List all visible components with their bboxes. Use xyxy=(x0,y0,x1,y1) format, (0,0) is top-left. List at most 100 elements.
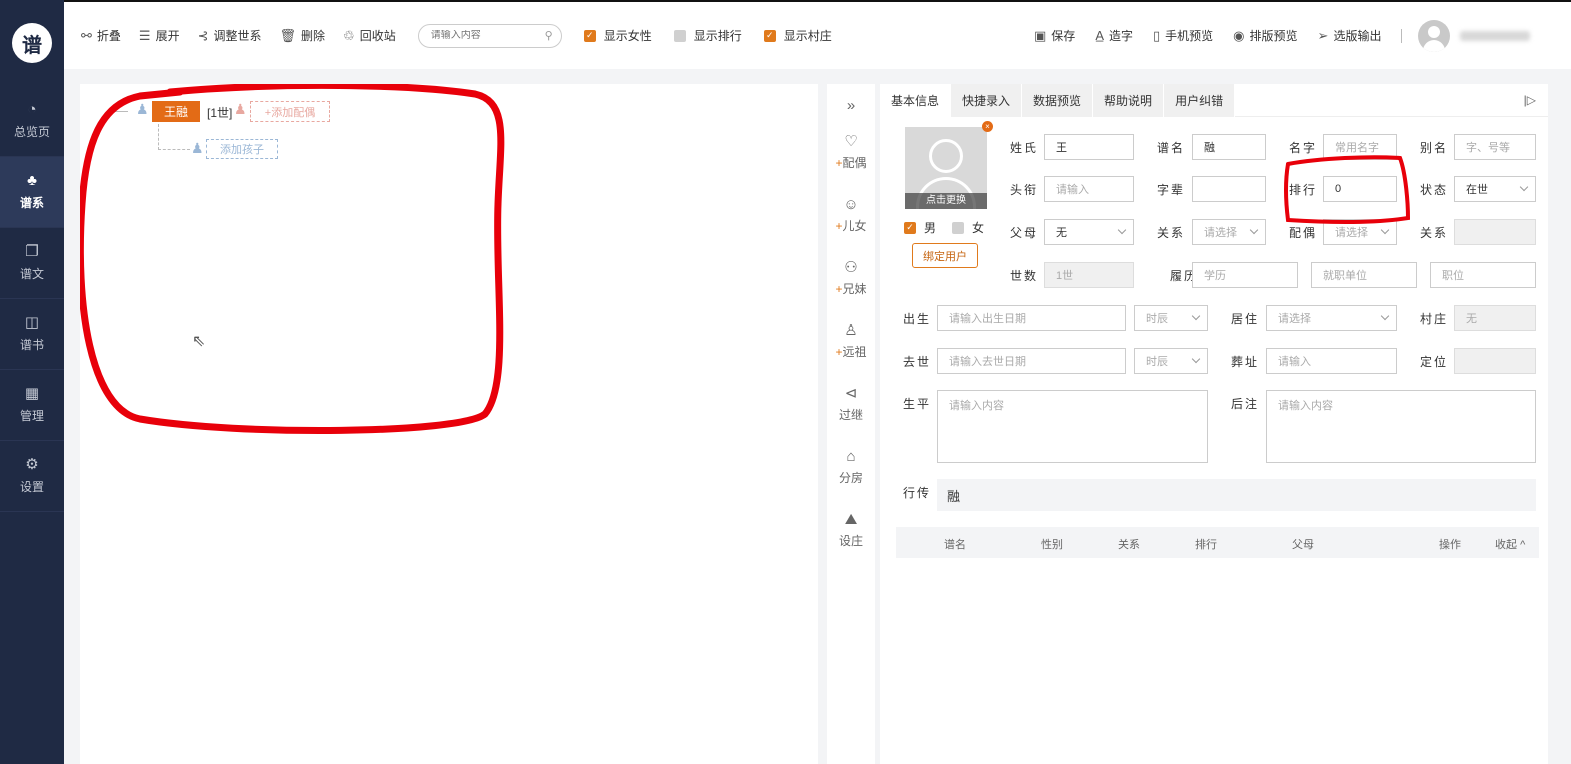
tab-help[interactable]: 帮助说明 xyxy=(1093,84,1165,117)
male-radio[interactable]: ✓ 男 xyxy=(904,219,936,236)
death-hour-select[interactable]: 时辰 xyxy=(1134,348,1208,374)
alias-label: 别名 xyxy=(1420,141,1449,155)
column-header: 操作 xyxy=(1439,539,1461,551)
create-char-button[interactable]: A̲ 造字 xyxy=(1095,27,1133,44)
sidebar-item-settings[interactable]: ⚙ 设置 xyxy=(0,441,64,512)
avatar-photo[interactable]: 点击更换 xyxy=(905,127,987,209)
expand-panel-button[interactable]: » xyxy=(827,98,875,118)
change-photo-label[interactable]: 点击更换 xyxy=(905,193,987,209)
add-ancestor-tool[interactable]: ♙ +远祖 xyxy=(827,323,875,360)
ancestor-icon: ♙ xyxy=(844,322,858,339)
add-child-tool[interactable]: ☺ +儿女 xyxy=(827,197,875,234)
biography-field[interactable]: 融 xyxy=(937,479,1536,511)
avatar-body-icon xyxy=(1423,39,1446,52)
add-spouse-tool[interactable]: ♡ +配偶 xyxy=(827,134,875,171)
chevron-up-icon: ^ xyxy=(1520,539,1526,551)
recycle-label: 回收站 xyxy=(359,29,396,43)
checkbox-unchecked-icon xyxy=(673,29,686,42)
sidebar-item-overview[interactable]: ◔ 总览页 xyxy=(0,86,64,157)
recycle-bin-button[interactable]: ♲ 回收站 xyxy=(343,27,396,44)
collapse-table-button[interactable]: 收起 ^ xyxy=(1495,536,1525,552)
toolbar-divider xyxy=(1401,28,1403,43)
collapse-panel-icon[interactable]: |▷ xyxy=(1524,93,1536,107)
collapse-button[interactable]: ⚯ 折叠 xyxy=(81,27,121,44)
death-date-field[interactable]: 请输入去世日期 xyxy=(937,348,1126,374)
layout-preview-label: 排版预览 xyxy=(1249,29,1298,43)
sidebar-item-articles[interactable]: ❐ 谱文 xyxy=(0,228,64,299)
alias-field[interactable]: 字、号等 xyxy=(1454,134,1536,160)
relation2-field xyxy=(1454,219,1536,245)
genealogy-canvas[interactable]: ♟ 王融 [1世] ♟ +添加配偶 ♟ 添加孩子 ⇖ xyxy=(80,84,818,764)
tab-quick-entry[interactable]: 快捷录入 xyxy=(951,84,1023,117)
child-icon: ☺ xyxy=(843,196,859,213)
locate-field[interactable] xyxy=(1454,348,1536,374)
house-icon: ⌂ xyxy=(846,448,856,465)
tab-data-preview[interactable]: 数据预览 xyxy=(1022,84,1094,117)
sidebar-item-label: 总览页 xyxy=(13,125,50,139)
user-avatar[interactable] xyxy=(1418,19,1451,52)
search-icon[interactable]: ⚲ xyxy=(545,29,553,42)
toolbar: ⚯ 折叠 ☰ 展开 ⊰ 调整世系 🗑 删除 ♲ 回收站 ⚲ ✓ 显示女性 显示排行 ✓ 显示村… xyxy=(64,0,1571,69)
collapse-tree-icon: ⚯ xyxy=(81,27,92,43)
remove-photo-icon[interactable]: × xyxy=(982,121,993,132)
parent-select[interactable]: 无 xyxy=(1044,219,1134,245)
bind-user-button[interactable]: 绑定用户 xyxy=(912,243,978,268)
show-rank-checkbox[interactable]: 显示排行 xyxy=(673,27,742,44)
zibei-field[interactable] xyxy=(1192,176,1266,202)
relation-select[interactable]: 请选择 xyxy=(1192,219,1266,245)
mobile-preview-button[interactable]: ▯ 手机预览 xyxy=(1153,27,1213,44)
double-chevron-right-icon: » xyxy=(846,97,856,114)
set-village-tool[interactable]: ⛰ 设庄 xyxy=(827,512,875,549)
person-node-root[interactable]: 王融 xyxy=(152,101,200,122)
save-button[interactable]: ▣ 保存 xyxy=(1034,27,1075,44)
delete-button[interactable]: 🗑 删除 xyxy=(280,27,326,44)
show-female-checkbox[interactable]: ✓ 显示女性 xyxy=(583,27,652,44)
branch-icon: ⊰ xyxy=(197,27,209,43)
user-name-redacted[interactable] xyxy=(1460,30,1531,41)
search-input[interactable] xyxy=(430,30,545,41)
surname-field[interactable]: 王 xyxy=(1044,134,1134,160)
pu-name-field[interactable]: 融 xyxy=(1192,134,1266,160)
education-field[interactable]: 学历 xyxy=(1192,262,1298,288)
life-textarea[interactable]: 请输入内容 xyxy=(937,390,1208,463)
export-button[interactable]: ➢ 选版输出 xyxy=(1318,27,1382,44)
title-field[interactable]: 请输入 xyxy=(1044,176,1134,202)
layout-preview-button[interactable]: ◉ 排版预览 xyxy=(1233,27,1297,44)
expand-button[interactable]: ☰ 展开 xyxy=(139,27,180,44)
adjust-label: 调整世系 xyxy=(213,29,262,43)
adjust-lineage-button[interactable]: ⊰ 调整世系 xyxy=(198,27,262,44)
sidebar-item-book[interactable]: ◫ 谱书 xyxy=(0,299,64,370)
position-field[interactable]: 职位 xyxy=(1430,262,1536,288)
show-village-label: 显示村庄 xyxy=(783,29,832,43)
adoption-tool[interactable]: ⊲ 过继 xyxy=(827,386,875,423)
status-select[interactable]: 在世 xyxy=(1454,176,1536,202)
after-note-textarea[interactable]: 请输入内容 xyxy=(1266,390,1536,463)
sidebar-item-label: 管理 xyxy=(19,409,44,423)
residence-select[interactable]: 请选择 xyxy=(1266,305,1397,331)
birth-hour-select[interactable]: 时辰 xyxy=(1134,305,1208,331)
tool-label: +兄妹 xyxy=(835,282,867,296)
red-annotation-circle xyxy=(80,84,505,434)
add-spouse-button[interactable]: +添加配偶 xyxy=(250,101,330,122)
male-person-icon: ♟ xyxy=(191,140,204,156)
app-logo[interactable]: 谱 xyxy=(0,0,64,86)
sidebar-item-genealogy[interactable]: ♣ 谱系 xyxy=(0,157,64,228)
relatives-table-header: 谱名 性别 关系 排行 父母 操作 收起 ^ xyxy=(896,527,1539,558)
tab-user-correction[interactable]: 用户纠错 xyxy=(1164,84,1236,117)
branch-house-tool[interactable]: ⌂ 分房 xyxy=(827,449,875,486)
checkbox-checked-icon: ✓ xyxy=(763,29,776,42)
tool-label: +儿女 xyxy=(835,219,867,233)
show-village-checkbox[interactable]: ✓ 显示村庄 xyxy=(763,27,832,44)
tool-label: 过继 xyxy=(838,408,863,422)
chevron-down-icon xyxy=(1191,354,1201,364)
collapse-label: 折叠 xyxy=(96,29,121,43)
tab-basic-info[interactable]: 基本信息 xyxy=(880,84,952,117)
female-radio[interactable]: 女 xyxy=(952,219,984,236)
birth-date-field[interactable]: 请输入出生日期 xyxy=(937,305,1126,331)
burial-field[interactable]: 请输入 xyxy=(1266,348,1397,374)
employer-field[interactable]: 就职单位 xyxy=(1311,262,1417,288)
generation-field: 1世 xyxy=(1044,262,1134,288)
sidebar-item-manage[interactable]: ▦ 管理 xyxy=(0,370,64,441)
add-child-button[interactable]: 添加孩子 xyxy=(206,139,278,159)
add-sibling-tool[interactable]: ⚇ +兄妹 xyxy=(827,260,875,297)
